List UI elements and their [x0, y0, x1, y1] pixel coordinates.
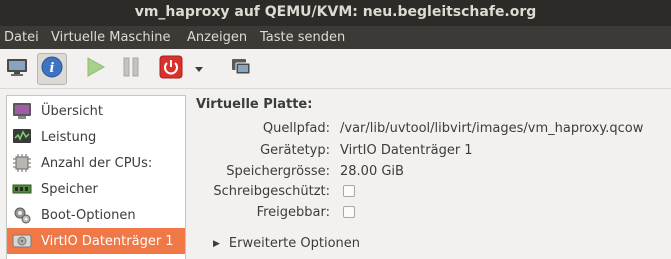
section-heading: Virtuelle Platte:	[196, 97, 313, 112]
overview-icon	[11, 100, 33, 122]
monitor-icon	[6, 57, 28, 81]
fullscreen-button[interactable]	[226, 53, 256, 85]
boot-options-icon	[11, 204, 33, 226]
sidebar-item-label: Leistung	[41, 129, 97, 145]
cpu-icon	[11, 152, 33, 174]
sidebar-item-memory[interactable]: Speicher	[7, 176, 185, 202]
storage-size-label: Speichergrösse:	[226, 164, 330, 179]
sidebar-item-boot-options[interactable]: Boot-Optionen	[7, 202, 185, 228]
device-type-label: Gerätetyp:	[260, 143, 330, 158]
sidebar-item-label: Anzahl der CPUs:	[41, 155, 153, 171]
device-type-value: VirtIO Datenträger 1	[340, 143, 473, 158]
advanced-options-expander[interactable]: ▶ Erweiterte Optionen	[213, 236, 360, 251]
advanced-options-label: Erweiterte Optionen	[228, 236, 361, 251]
sidebar-item-performance[interactable]: Leistung	[7, 124, 185, 150]
details-button[interactable]: i	[37, 53, 67, 85]
storage-size-value: 28.00 GiB	[340, 164, 404, 179]
shutdown-menu-button[interactable]	[190, 53, 208, 85]
sidebar-item-label: VirtIO Datenträger 1	[41, 233, 174, 249]
sidebar-item-virtio-disk[interactable]: VirtIO Datenträger 1	[7, 228, 185, 254]
menu-item-taste-senden[interactable]: Taste senden	[260, 26, 345, 49]
sidebar-item-label: Übersicht	[41, 103, 103, 119]
screenshot-icon	[230, 56, 252, 82]
pause-button[interactable]	[116, 53, 146, 85]
menu-item-virtuelle-maschine[interactable]: Virtuelle Maschine	[51, 26, 170, 49]
disk-icon	[11, 230, 33, 252]
source-path-label: Quellpfad:	[262, 121, 330, 136]
performance-icon	[11, 126, 33, 148]
memory-icon	[11, 178, 33, 200]
shutdown-button[interactable]	[156, 53, 186, 85]
pause-icon	[121, 56, 141, 82]
readonly-label: Schreibgeschützt:	[213, 184, 330, 199]
console-button[interactable]	[2, 53, 32, 85]
menu-bar: Datei Virtuelle Maschine Anzeigen Taste …	[0, 26, 671, 49]
shareable-label: Freigebbar:	[256, 205, 330, 220]
hardware-list: Übersicht Leistung Anzahl der CPUs: Spei…	[6, 95, 186, 259]
svg-text:i: i	[50, 61, 55, 76]
window-titlebar: vm_haproxy auf QEMU/KVM: neu.begleitscha…	[0, 0, 671, 26]
sidebar-item-label: Boot-Optionen	[41, 207, 136, 223]
info-icon: i	[41, 56, 63, 82]
sidebar-item-cpus[interactable]: Anzahl der CPUs:	[7, 150, 185, 176]
sidebar-item-label: Speicher	[41, 181, 98, 197]
menu-item-datei[interactable]: Datei	[4, 26, 39, 49]
expander-arrow-icon: ▶	[213, 238, 220, 249]
readonly-checkbox[interactable]	[343, 185, 355, 197]
dropdown-arrow-icon	[194, 62, 204, 77]
run-button[interactable]	[80, 53, 110, 85]
power-icon	[159, 55, 183, 83]
menu-item-anzeigen[interactable]: Anzeigen	[187, 26, 247, 49]
play-icon	[85, 56, 106, 82]
window-title: vm_haproxy auf QEMU/KVM: neu.begleitscha…	[134, 4, 537, 20]
shareable-checkbox[interactable]	[343, 206, 355, 218]
toolbar: i	[0, 49, 671, 89]
source-path-value: /var/lib/uvtool/libvirt/images/vm_haprox…	[340, 121, 644, 136]
sidebar-item-overview[interactable]: Übersicht	[7, 98, 185, 124]
